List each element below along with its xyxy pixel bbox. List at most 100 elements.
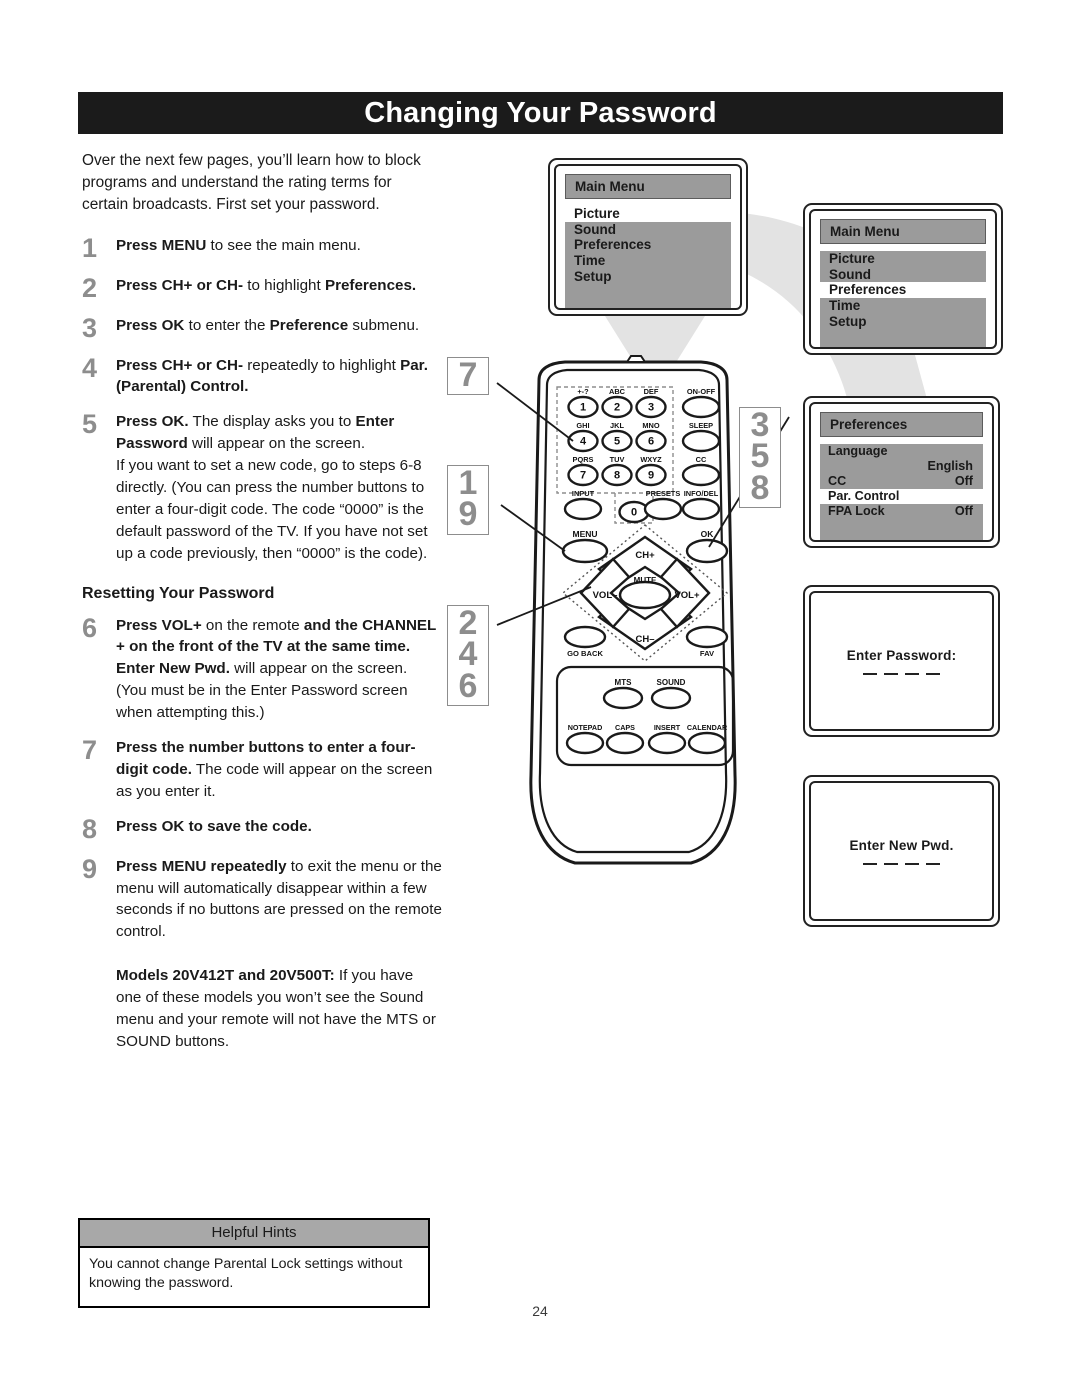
instruction-step: 4 Press CH+ or CH- repeatedly to highligh… — [82, 354, 442, 399]
remote-button-label: 2 — [614, 402, 620, 414]
menu-item[interactable]: Time — [820, 298, 986, 314]
preference-row[interactable]: Par. Control — [820, 489, 983, 505]
menu-item[interactable]: Time — [565, 253, 731, 269]
remote-button-sublabel: CALENDAR — [687, 723, 728, 732]
password-dash — [863, 672, 877, 675]
instructions-column: Over the next few pages, you’ll learn ho… — [82, 150, 442, 1053]
resetting-subheading: Resetting Your Password — [82, 584, 275, 602]
svg-text:MTS: MTS — [615, 678, 633, 687]
step-text: Press OK to enter the Preference submenu… — [116, 316, 420, 334]
page-number: 24 — [532, 1303, 548, 1319]
remote-button[interactable] — [565, 731, 605, 755]
remote-button[interactable] — [681, 429, 721, 453]
svg-text:FAV: FAV — [700, 649, 715, 658]
remote-button-sublabel: INSERT — [654, 723, 681, 732]
instruction-step: 2 Press CH+ or CH- to highlight Preferenc… — [82, 272, 442, 303]
step-text: Press OK to save the code. — [116, 817, 312, 835]
svg-text:VOL+: VOL+ — [674, 590, 700, 601]
preference-row[interactable]: Language — [820, 444, 983, 459]
remote-button-sublabel: PQRS — [573, 455, 594, 464]
menu-title: Main Menu — [565, 174, 731, 199]
intro-paragraph: Over the next few pages, you’ll learn ho… — [82, 152, 421, 214]
remote-button-sublabel: INFO/DEL — [684, 489, 719, 498]
svg-text:SOUND: SOUND — [657, 678, 686, 687]
menu-item[interactable]: Sound — [565, 222, 731, 238]
remote-button-sublabel: TUV — [610, 455, 625, 464]
svg-text:OK: OK — [701, 529, 715, 539]
callout-step-3-5-8: 3 5 8 — [739, 407, 781, 508]
password-dash — [863, 862, 877, 865]
instruction-step: 6 Press VOL+ on the remote and the CHANNE… — [82, 614, 442, 724]
menu-item-list: Picture Sound Preferences Time Setup — [820, 251, 986, 347]
steps-list-1: 1 Press MENU to see the main menu. 2 Press … — [82, 234, 442, 565]
remote-button[interactable] — [605, 731, 645, 755]
svg-text:MENU: MENU — [572, 529, 597, 539]
tv-screen-enter-password: Enter Password: — [803, 585, 1000, 737]
remote-button-label: 7 — [580, 470, 586, 482]
callout-step-7: 7 — [447, 357, 489, 396]
tv-screen-main-menu-2: Main Menu Picture Sound Preferences Time Set… — [803, 203, 1003, 355]
preference-label: Par. Control — [828, 489, 900, 504]
preference-row[interactable]: CC Off — [820, 474, 983, 489]
menu-item-list: Picture Sound Preferences Time Setup — [565, 206, 731, 308]
remote-button-sublabel: DEF — [644, 387, 659, 396]
remote-button-sublabel: INPUT — [572, 489, 595, 498]
menu-item[interactable]: Preferences — [820, 282, 986, 298]
preferences-list: Language English CC Off Par. Control FPA Lock… — [820, 444, 983, 540]
preference-value: Off — [954, 474, 973, 489]
remote-button[interactable] — [681, 463, 721, 487]
remote-button[interactable] — [647, 731, 687, 755]
remote-button-label: 9 — [648, 470, 654, 482]
menu-item[interactable]: Setup — [820, 314, 986, 330]
menu-title: Main Menu — [820, 219, 986, 244]
step-number: 8 — [82, 813, 98, 844]
step-number: 2 — [82, 272, 98, 303]
step-text: Press VOL+ on the remote and the CHANNEL… — [116, 616, 437, 722]
svg-text:CH–: CH– — [635, 634, 654, 645]
remote-button-sublabel: +-? — [577, 387, 589, 396]
step-text: Press CH+ or CH- to highlight Preference… — [116, 276, 417, 294]
page-title-bar: Changing Your Password — [78, 92, 1003, 134]
instruction-step: 8 Press OK to save the code. — [82, 813, 442, 844]
remote-button-label: 4 — [580, 436, 587, 448]
svg-text:CH+: CH+ — [635, 550, 655, 561]
remote-button[interactable] — [687, 731, 727, 755]
menu-item[interactable]: Sound — [820, 267, 986, 283]
menu-item[interactable]: Setup — [565, 269, 731, 285]
password-dash — [884, 862, 898, 865]
remote-button[interactable] — [563, 497, 603, 521]
remote-button-label: 0 — [631, 507, 637, 519]
menu-item[interactable]: Preferences — [565, 237, 731, 253]
step-text: Press MENU repeatedly to exit the menu o… — [116, 857, 442, 941]
remote-control-illustration: 1 +-? 2 ABC 3 DEF 4 GHI 5 JKL 6 MNO 7 PQRS 8 TUV 9 WXYZ O… — [447, 355, 795, 875]
instruction-step: 9 Press MENU repeatedly to exit the menu … — [82, 855, 442, 944]
step-number: 7 — [82, 734, 98, 765]
remote-button-sublabel: MNO — [642, 421, 659, 430]
password-dash — [884, 672, 898, 675]
remote-button-sublabel: JKL — [610, 421, 624, 430]
preference-row[interactable]: FPA Lock Off — [820, 504, 983, 519]
remote-button-sublabel: NOTEPAD — [568, 723, 603, 732]
menu-item[interactable]: Picture — [820, 251, 986, 267]
password-dash — [905, 862, 919, 865]
preference-label: FPA Lock — [828, 504, 885, 519]
enter-password-label: Enter Password: — [846, 647, 957, 663]
remote-button-sublabel: GHI — [576, 421, 589, 430]
helpful-hints-box: Helpful Hints You cannot change Parental… — [78, 1218, 430, 1308]
menu-title: Preferences — [820, 412, 983, 437]
remote-button[interactable] — [643, 497, 683, 521]
remote-button-sublabel: SLEEP — [689, 421, 713, 430]
menu-filler — [565, 284, 731, 308]
remote-button[interactable] — [681, 395, 721, 419]
tv-screen-main-menu-1: Main Menu Picture Sound Preferences Time Set… — [548, 158, 748, 316]
instruction-step: 1 Press MENU to see the main menu. — [82, 234, 442, 262]
remote-button-label: 8 — [614, 470, 620, 482]
models-note: Models 20V412T and 20V500T: If you have … — [116, 967, 436, 1050]
remote-button[interactable] — [681, 497, 721, 521]
svg-text:MUTE: MUTE — [634, 576, 657, 585]
password-dash — [926, 672, 940, 675]
remote-button-sublabel: PRESETS — [646, 489, 681, 498]
menu-item[interactable]: Picture — [565, 206, 731, 222]
remote-button-label: 1 — [580, 402, 586, 414]
password-dashes — [863, 672, 940, 675]
